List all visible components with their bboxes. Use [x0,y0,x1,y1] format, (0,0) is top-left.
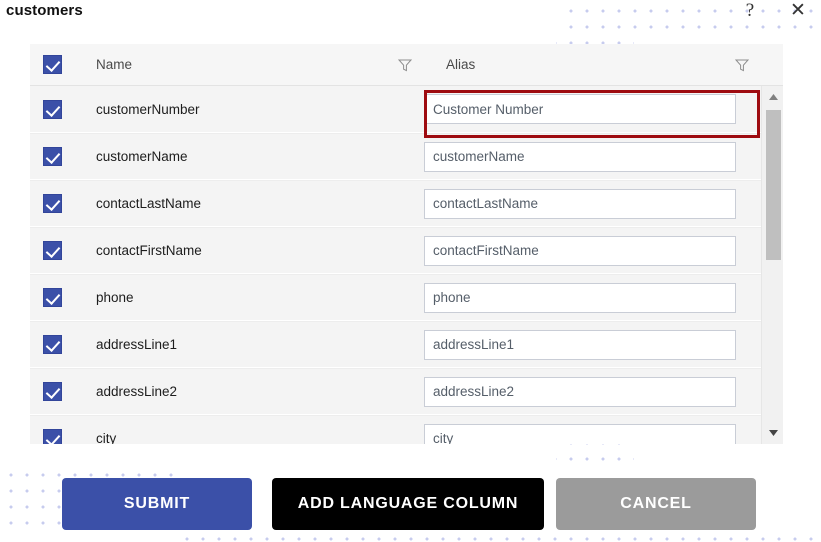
row-name-label: contactFirstName [96,243,202,258]
column-header-alias[interactable]: Alias [424,57,761,72]
row-checkbox[interactable] [42,288,62,307]
table-row[interactable]: contactFirstName [30,227,783,274]
row-name-cell: phone [74,290,424,305]
table-row[interactable]: contactLastName [30,180,783,227]
row-check-cell [30,241,74,260]
row-alias-cell [424,94,761,124]
row-name-cell: contactLastName [74,196,424,211]
alias-input[interactable] [424,235,736,266]
row-check-cell [30,194,74,213]
grid-body: customerNumber customerName [30,86,783,444]
column-header-name[interactable]: Name [74,57,424,72]
row-name-cell: city [74,431,424,444]
row-name-cell: contactFirstName [74,243,424,258]
row-name-cell: customerNumber [74,102,424,117]
page-title: customers [6,2,83,19]
row-checkbox[interactable] [42,241,62,260]
vertical-scrollbar[interactable] [761,86,783,444]
alias-input[interactable] [424,282,736,313]
alias-input[interactable] [424,376,736,407]
row-alias-cell [424,376,761,407]
row-name-label: city [96,431,117,444]
row-alias-cell [424,282,761,313]
row-name-label: addressLine1 [96,337,178,352]
close-icon-glyph: ✕ [790,0,806,21]
grid-header-row: Name Alias [30,44,783,86]
row-check-cell [30,288,74,307]
alias-input[interactable] [424,423,736,444]
row-name-label: customerNumber [96,101,200,117]
row-alias-cell [424,329,761,360]
row-check-cell [30,147,74,166]
table-row[interactable]: customerName [30,133,783,180]
filter-icon[interactable] [735,58,749,72]
select-all-cell [30,55,74,74]
row-checkbox[interactable] [42,382,62,401]
table-row[interactable]: phone [30,274,783,321]
table-row[interactable]: customerNumber [30,86,783,133]
table-row[interactable]: addressLine1 [30,321,783,368]
row-name-label: phone [96,290,134,305]
row-checkbox[interactable] [42,335,62,354]
alias-input[interactable] [424,188,736,219]
row-checkbox[interactable] [42,429,62,444]
row-name-cell: addressLine2 [74,384,424,399]
scroll-up-arrow-icon[interactable] [762,86,783,108]
footer-actions: SUBMIT ADD LANGUAGE COLUMN CANCEL [0,474,821,536]
table-row[interactable]: city [30,415,783,444]
row-checkbox[interactable] [42,99,62,119]
row-name-cell: customerName [74,149,424,164]
background-mask [556,0,557,34]
row-name-label: customerName [96,149,188,164]
row-alias-cell [424,141,761,172]
row-checkbox[interactable] [42,147,62,166]
row-checkbox[interactable] [42,194,62,213]
row-alias-cell [424,235,761,266]
row-name-label: addressLine2 [96,384,178,399]
submit-button[interactable]: SUBMIT [62,478,252,530]
filter-icon[interactable] [398,58,412,72]
column-header-alias-label: Alias [446,57,476,72]
add-language-column-button[interactable]: ADD LANGUAGE COLUMN [272,478,544,530]
column-alias-grid: Name Alias customerNumber Customer Numbe… [30,44,783,444]
table-row[interactable]: addressLine2 [30,368,783,415]
row-check-cell [30,99,74,119]
row-check-cell [30,382,74,401]
close-icon[interactable]: ✕ [787,0,809,22]
scroll-down-arrow-icon[interactable] [762,422,783,444]
row-check-cell [30,429,74,444]
row-alias-cell [424,188,761,219]
help-icon-glyph: ? [745,0,755,21]
row-name-cell: addressLine1 [74,337,424,352]
row-alias-cell [424,423,761,444]
select-all-checkbox[interactable] [42,55,62,74]
row-check-cell [30,335,74,354]
alias-input[interactable] [424,141,736,172]
scrollbar-thumb[interactable] [766,110,781,260]
row-name-label: contactLastName [96,196,202,211]
help-icon[interactable]: ? [739,0,761,22]
column-header-name-label: Name [96,57,133,72]
cancel-button[interactable]: CANCEL [556,478,756,530]
alias-input[interactable] [424,329,736,360]
alias-input[interactable] [424,94,736,124]
